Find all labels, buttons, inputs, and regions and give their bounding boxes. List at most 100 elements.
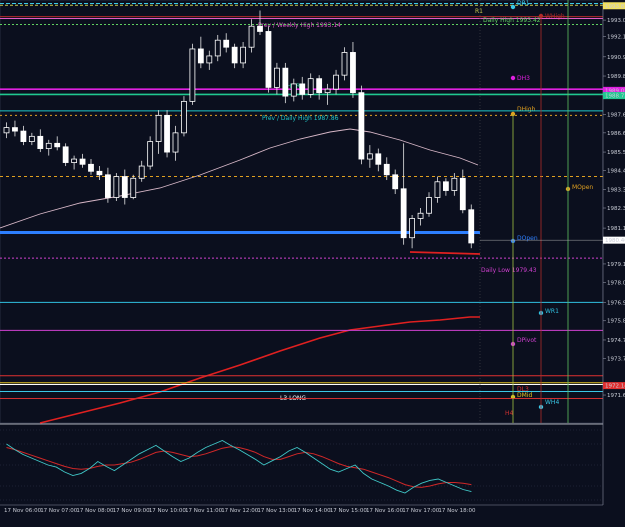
level-label-wh4: WH4 — [545, 399, 559, 406]
price-tick-label: 1973.70 — [607, 356, 625, 362]
level-label-mopen: MOpen — [572, 184, 593, 191]
price-pane[interactable] — [0, 0, 625, 425]
candle-body — [206, 55, 213, 64]
time-tick-label: 17 Nov 09:00 — [113, 508, 151, 514]
candle-body — [105, 174, 111, 198]
candle-body — [282, 67, 289, 97]
price-tick-label: 1974.75 — [607, 338, 625, 344]
time-tick-label: 17 Nov 08:00 — [76, 508, 114, 514]
level-label-dopen: DOpen — [517, 235, 538, 242]
price-tick-label: 1989.85 — [607, 74, 625, 80]
level-label-prev-weekly-high-1993-14: Prev / Weekly High 1993.14 — [258, 22, 341, 29]
time-tick-label: 17 Nov 16:00 — [366, 508, 404, 514]
time-tick-label: 17 Nov 10:00 — [149, 508, 187, 514]
price-plot-area — [0, 0, 604, 424]
level-marker-dh3 — [510, 75, 516, 81]
level-label-r1: R1 — [475, 8, 483, 15]
candle-body — [71, 158, 77, 163]
candle-body — [290, 83, 297, 97]
candle-body — [324, 88, 331, 94]
candle-body — [231, 46, 238, 64]
candle-body — [265, 31, 272, 88]
candle-body — [79, 158, 86, 165]
candle-body — [299, 83, 306, 95]
price-tag-label: 1972.14 — [605, 384, 625, 390]
candle-body — [54, 142, 61, 148]
candle-body — [350, 52, 356, 94]
candle-body — [383, 163, 390, 176]
price-tick-label: 1985.50 — [607, 150, 625, 156]
price-tick-label: 1983.35 — [607, 188, 625, 194]
level-label-dpivot: DPivot — [517, 337, 537, 344]
candle-body — [451, 177, 458, 191]
candle-body — [62, 146, 69, 163]
level-label-dr1: DR1 — [517, 0, 530, 7]
time-tick-label: 17 Nov 17:00 — [402, 508, 440, 514]
candle-body — [273, 67, 280, 88]
time-tick-label: 17 Nov 14:00 — [294, 508, 332, 514]
candle-body — [375, 153, 382, 165]
candle-body — [164, 114, 170, 153]
time-tick-label: 17 Nov 11:00 — [185, 508, 223, 514]
level-marker-dr1 — [510, 4, 516, 10]
time-tick-label: 17 Nov 15:00 — [330, 508, 368, 514]
time-tick-label: 17 Nov 07:00 — [40, 508, 78, 514]
candle-body — [155, 114, 162, 142]
price-tick-label: 1984.45 — [607, 168, 625, 174]
price-tick-label: 1978.05 — [607, 280, 625, 286]
candle-body — [316, 78, 323, 94]
time-tick-label: 17 Nov 12:00 — [221, 508, 259, 514]
time-tick-label: 17 Nov 13:00 — [257, 508, 295, 514]
trading-chart[interactable]: R1DR1WHighPrev / Weekly High 1993.14Dail… — [0, 0, 625, 527]
price-tick-label: 1992.10 — [607, 35, 625, 41]
candle-body — [88, 163, 94, 172]
level-label-daily-high-1993-42: Daily High 1993.42 — [483, 17, 541, 24]
candle-body — [181, 100, 187, 134]
candle-body — [172, 132, 179, 153]
time-tick-label: 17 Nov 06:00 — [4, 508, 42, 514]
candle-body — [392, 174, 399, 190]
candle-body — [434, 181, 441, 198]
price-tick-label: 1971.60 — [607, 393, 625, 399]
candle-body — [257, 25, 263, 32]
price-tick-label: 1982.30 — [607, 206, 625, 212]
oscillator-pane[interactable]: 1008050200 — [0, 425, 618, 505]
candle-body — [214, 39, 221, 57]
price-tick-label: 1975.85 — [607, 319, 625, 325]
current-price-label: 1980.46 — [605, 238, 625, 244]
candle-body — [20, 130, 27, 142]
level-label-daily-low-1979-43: Daily Low 1979.43 — [481, 267, 537, 274]
price-tick-label: 1976.90 — [607, 300, 625, 306]
candle-body — [223, 39, 230, 48]
candle-body — [12, 127, 18, 132]
candle-body — [138, 165, 145, 179]
candle-body — [96, 170, 103, 176]
candle-body — [409, 218, 416, 239]
candle-body — [189, 48, 196, 102]
candle-body — [28, 135, 35, 142]
candle-body — [366, 153, 373, 160]
candle-body — [37, 135, 44, 149]
level-label-h4: H4 — [505, 410, 514, 417]
level-label-dhigh: DHigh — [517, 106, 536, 113]
candle-body — [333, 74, 339, 90]
candle-body — [130, 177, 137, 198]
price-tick-label: 1993.05 — [607, 18, 625, 24]
price-tick-label: 1979.10 — [607, 262, 625, 268]
level-label-dh3: DH3 — [517, 75, 530, 82]
candle-body — [147, 141, 154, 167]
candle-body — [400, 188, 407, 239]
candle-body — [468, 209, 475, 244]
level-label-wr1: WR1 — [545, 308, 559, 315]
candle-body — [358, 92, 365, 160]
candle-body — [45, 142, 52, 149]
candle-body — [426, 197, 432, 214]
candle-body — [459, 177, 466, 211]
candle-body — [417, 212, 424, 219]
candle-body — [3, 127, 10, 134]
price-tick-label: 1981.15 — [607, 226, 625, 232]
candle-body — [240, 46, 247, 64]
level-label-dmid: DMid — [517, 392, 532, 399]
price-tag-label: 1988.73 — [605, 94, 625, 100]
price-tick-label: 1986.60 — [607, 131, 625, 137]
